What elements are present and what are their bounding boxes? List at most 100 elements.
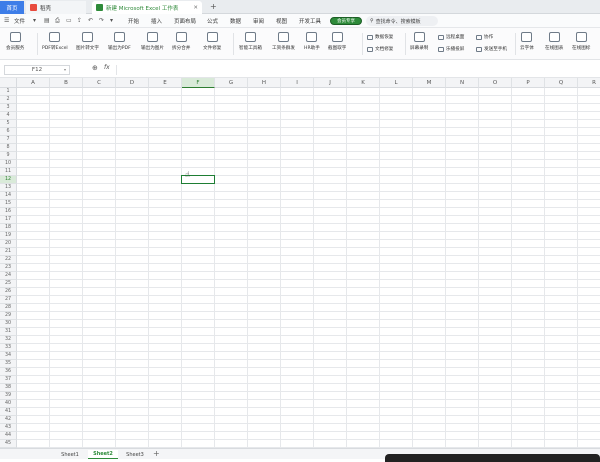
row-header[interactable]: 13 (0, 184, 17, 192)
online-chart-button[interactable]: 在线图表 (545, 32, 563, 51)
row-header[interactable]: 11 (0, 168, 17, 176)
column-header[interactable]: J (314, 78, 347, 88)
split-merge-button[interactable]: 拆分合并 (172, 32, 190, 51)
menu-developer[interactable]: 开发工具 (299, 17, 321, 25)
row-header[interactable]: 37 (0, 376, 17, 384)
send-to-phone-button[interactable]: 发送至手机 (476, 46, 507, 52)
fx-icon[interactable]: fx (104, 64, 110, 71)
data-recovery-button[interactable]: 数据恢复 (367, 34, 393, 40)
redo-icon[interactable]: ↷ (99, 17, 104, 24)
new-tab-button[interactable]: + (210, 2, 217, 11)
menu-data[interactable]: 数据 (230, 17, 241, 25)
row-header[interactable]: 42 (0, 416, 17, 424)
zoom-icon[interactable]: ⊕ (92, 64, 98, 72)
row-header[interactable]: 10 (0, 160, 17, 168)
pdf-to-excel-button[interactable]: PDF转Excel (42, 32, 68, 51)
row-header[interactable]: 20 (0, 240, 17, 248)
row-header[interactable]: 45 (0, 440, 17, 448)
column-header[interactable]: N (446, 78, 479, 88)
export-pdf-button[interactable]: 输出为PDF (108, 32, 131, 51)
row-header[interactable]: 44 (0, 432, 17, 440)
row-header[interactable]: 28 (0, 304, 17, 312)
column-header[interactable]: E (149, 78, 182, 88)
formula-input[interactable] (116, 65, 598, 75)
column-header[interactable]: C (83, 78, 116, 88)
menu-insert[interactable]: 插入 (151, 17, 162, 25)
collaborate-button[interactable]: 协作 (476, 34, 493, 40)
row-header[interactable]: 2 (0, 96, 17, 104)
undo-icon[interactable]: ↶ (88, 17, 93, 24)
tab-home[interactable]: 首页 (0, 1, 24, 14)
column-header[interactable]: R (578, 78, 600, 88)
column-header[interactable]: O (479, 78, 512, 88)
export-image-button[interactable]: 输出为图片 (141, 32, 164, 51)
cast-screen-button[interactable]: 乐播投屏 (438, 46, 464, 52)
column-header[interactable]: D (116, 78, 149, 88)
row-header[interactable]: 9 (0, 152, 17, 160)
hr-assistant-button[interactable]: HR助手 (304, 32, 320, 51)
cloud-font-button[interactable]: 云字体 (520, 32, 534, 51)
row-header[interactable]: 16 (0, 208, 17, 216)
column-header[interactable]: H (248, 78, 281, 88)
row-header[interactable]: 43 (0, 424, 17, 432)
column-header[interactable]: I (281, 78, 314, 88)
print-icon[interactable]: ⎙ (55, 17, 60, 25)
row-header[interactable]: 34 (0, 352, 17, 360)
file-menu[interactable]: 文件 (14, 17, 25, 25)
column-header[interactable]: A (17, 78, 50, 88)
row-header[interactable]: 30 (0, 320, 17, 328)
menu-page-layout[interactable]: 页面布局 (174, 17, 196, 25)
row-header[interactable]: 35 (0, 360, 17, 368)
column-header[interactable]: Q (545, 78, 578, 88)
column-header[interactable]: M (413, 78, 446, 88)
column-header[interactable]: B (50, 78, 83, 88)
row-header[interactable]: 33 (0, 344, 17, 352)
row-header[interactable]: 27 (0, 296, 17, 304)
remote-desktop-button[interactable]: 远程桌面 (438, 34, 464, 40)
online-icon-button[interactable]: 在线图标 (572, 32, 590, 51)
menu-view[interactable]: 视图 (276, 17, 287, 25)
row-header[interactable]: 6 (0, 128, 17, 136)
row-header[interactable]: 32 (0, 336, 17, 344)
screenshot-ocr-button[interactable]: 截图取字 (328, 32, 346, 51)
member-service-button[interactable]: 会员服务 (6, 32, 24, 51)
select-all-corner[interactable] (0, 78, 17, 88)
name-box[interactable]: F12 (4, 65, 70, 75)
column-header[interactable]: G (215, 78, 248, 88)
row-header[interactable]: 38 (0, 384, 17, 392)
close-icon[interactable]: ✕ (193, 5, 198, 11)
screen-record-button[interactable]: 屏幕录制 (410, 32, 428, 51)
row-header[interactable]: 23 (0, 264, 17, 272)
row-header[interactable]: 4 (0, 112, 17, 120)
column-header[interactable]: P (512, 78, 545, 88)
row-header[interactable]: 29 (0, 312, 17, 320)
chevron-down-icon[interactable]: ▾ (64, 67, 66, 72)
row-header[interactable]: 1 (0, 88, 17, 96)
command-search[interactable]: ⚲ 查找命令、搜索模板 (366, 16, 438, 26)
hamburger-icon[interactable]: ☰ (4, 17, 9, 24)
preview-icon[interactable]: ▭ (66, 17, 72, 24)
sheet-tab-3[interactable]: Sheet3 (120, 450, 150, 459)
row-header[interactable]: 15 (0, 200, 17, 208)
row-header[interactable]: 24 (0, 272, 17, 280)
smart-toolbox-button[interactable]: 智能工具箱 (239, 32, 262, 51)
menu-review[interactable]: 审阅 (253, 17, 264, 25)
row-header[interactable]: 3 (0, 104, 17, 112)
column-header[interactable]: F (182, 78, 215, 88)
row-header[interactable]: 39 (0, 392, 17, 400)
tab-workbook[interactable]: 新建 Microsoft Excel 工作表 ✕ (92, 1, 202, 14)
row-header[interactable]: 7 (0, 136, 17, 144)
row-header[interactable]: 12 (0, 176, 17, 184)
cell-area[interactable]: ☝ (17, 88, 600, 448)
column-header[interactable]: L (380, 78, 413, 88)
tab-docer[interactable]: 稻壳 (26, 1, 86, 14)
row-header[interactable]: 17 (0, 216, 17, 224)
row-header[interactable]: 41 (0, 408, 17, 416)
member-badge-button[interactable]: 会员专享 (330, 17, 362, 25)
sheet-tab-1[interactable]: Sheet1 (54, 450, 86, 459)
row-header[interactable]: 40 (0, 400, 17, 408)
row-header[interactable]: 22 (0, 256, 17, 264)
row-header[interactable]: 26 (0, 288, 17, 296)
save-icon[interactable]: ▤ (44, 17, 50, 24)
export-icon[interactable]: ⇪ (77, 17, 82, 24)
